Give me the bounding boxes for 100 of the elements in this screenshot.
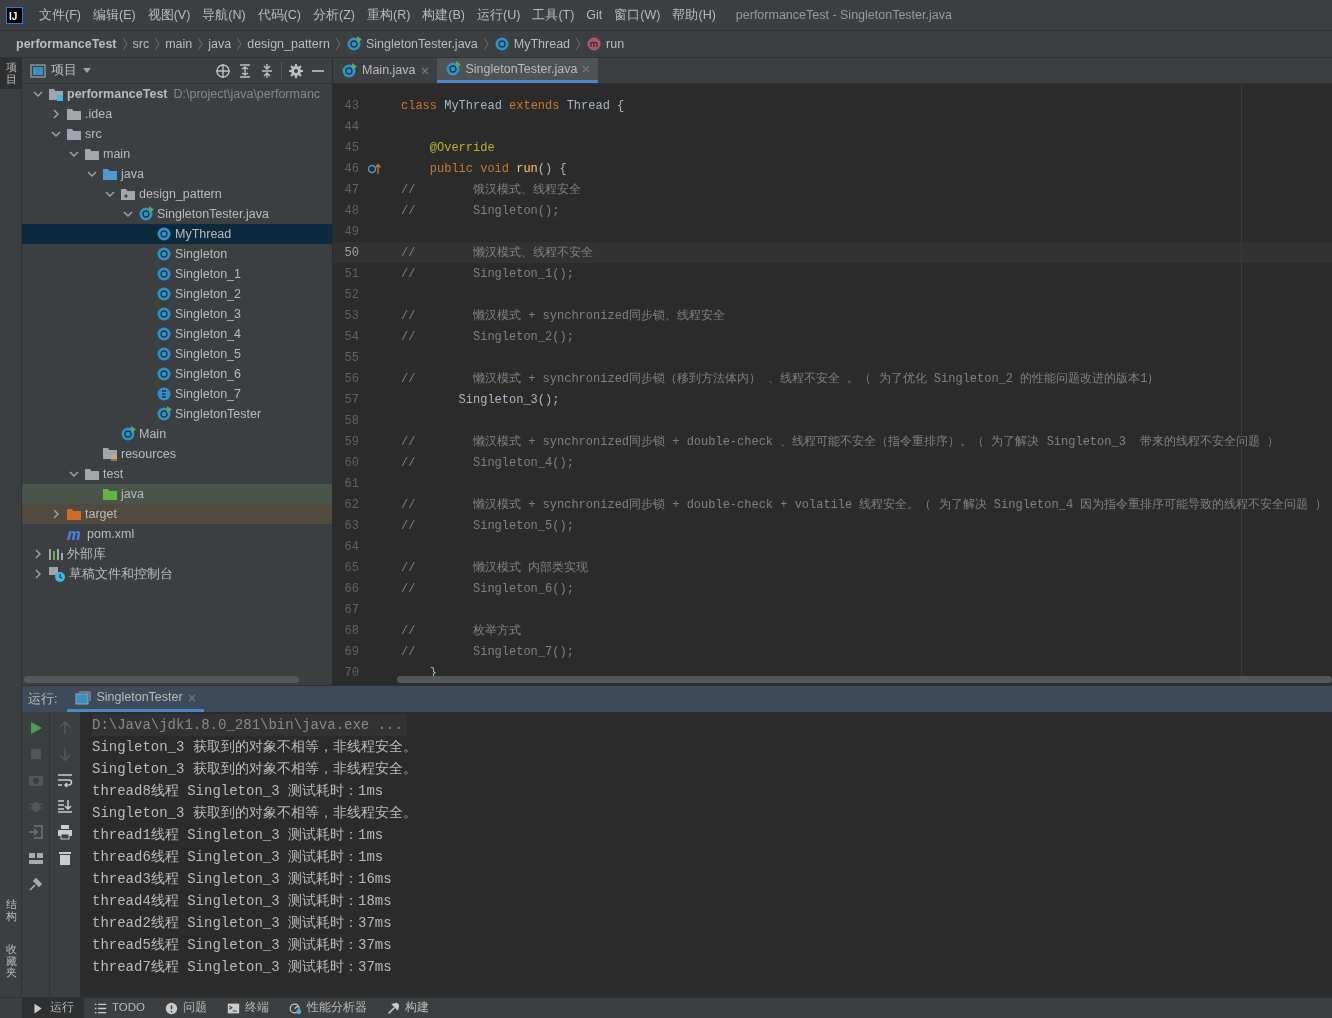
tree-item[interactable]: Singleton_2 (22, 284, 332, 304)
class-icon (156, 366, 172, 382)
code-line: public void run() { (428, 160, 567, 178)
tool-window-tab[interactable]: 运行 (22, 997, 84, 1018)
breadcrumb-item[interactable]: main (165, 34, 193, 54)
tree-item[interactable]: Singleton_7 (22, 384, 332, 404)
side-tab[interactable]: 结构 (0, 895, 22, 927)
tree-item[interactable]: Singleton_3 (22, 304, 332, 324)
tree-item[interactable]: performanceTest D:\project\java\performanc (22, 84, 332, 104)
tool-window-tab[interactable]: 问题 (155, 997, 217, 1018)
layout-icon[interactable] (27, 850, 44, 866)
line-number: 45 (343, 139, 359, 157)
breadcrumb-item[interactable]: SingletonTester.java (345, 34, 478, 54)
tool-window-tab[interactable]: 终端 (217, 997, 279, 1018)
tool-window-tab[interactable]: TODO (84, 997, 155, 1018)
tree-item[interactable]: resources (22, 444, 332, 464)
menu-item[interactable]: 代码(C) (251, 5, 308, 25)
menu-item[interactable]: 视图(V) (141, 5, 197, 25)
tree-item[interactable]: Main (22, 424, 332, 444)
code-line: // Singleton(); (401, 202, 560, 220)
code-line: Singleton_3(); (457, 391, 560, 409)
tool-window-tab[interactable]: 构建 (377, 997, 439, 1018)
breadcrumb-item[interactable]: java (208, 34, 232, 54)
menu-item[interactable]: 构建(B) (416, 5, 472, 25)
tree-item[interactable]: Singleton_6 (22, 364, 332, 384)
close-icon[interactable] (420, 66, 429, 75)
side-tab[interactable]: 收藏夹 (0, 940, 22, 983)
tree-item[interactable]: main (22, 144, 332, 164)
scratches-icon (48, 566, 66, 582)
menu-item[interactable]: 帮助(H) (666, 5, 722, 25)
settings-icon[interactable] (288, 62, 304, 79)
scrollbar[interactable] (24, 676, 299, 683)
tool-window-tab[interactable]: 性能分析器 (279, 997, 377, 1018)
tree-item[interactable]: src (22, 124, 332, 144)
exit-icon[interactable] (27, 824, 44, 840)
console-output-line: thread1线程 Singleton_3 测试耗时：1ms (92, 826, 385, 845)
line-number: 69 (343, 643, 359, 661)
code-line: // 饿汉模式、线程安全 (401, 181, 581, 199)
tree-item[interactable]: test (22, 464, 332, 484)
menu-item[interactable]: 编辑(E) (86, 5, 142, 25)
editor-tab[interactable]: Main.java (333, 58, 437, 83)
expand-all-icon[interactable] (237, 62, 253, 79)
tree-item[interactable]: MyThread (22, 224, 332, 244)
console-output-line: thread4线程 Singleton_3 测试耗时：18ms (92, 892, 393, 911)
side-tab[interactable]: 项目 (0, 58, 22, 90)
menu-item[interactable]: 文件(F) (33, 5, 87, 25)
menu-item[interactable]: 运行(U) (471, 5, 527, 25)
breadcrumb-item[interactable]: MyThread (493, 34, 571, 54)
breadcrumb-item[interactable]: performanceTest (16, 34, 117, 54)
tree-item[interactable]: design_pattern (22, 184, 332, 204)
line-number: 52 (343, 286, 359, 304)
locate-icon[interactable] (215, 62, 231, 79)
tree-item[interactable]: pom.xml (22, 524, 332, 544)
list-icon (94, 1001, 107, 1015)
caret-icon (82, 66, 92, 75)
tree-item[interactable]: 草稿文件和控制台 (22, 564, 332, 584)
menu-item[interactable]: 导航(N) (196, 5, 252, 25)
print-icon[interactable] (57, 824, 73, 840)
line-number: 50 (343, 244, 359, 262)
runnable-class-icon (345, 36, 362, 52)
tree-item[interactable]: .idea (22, 104, 332, 124)
folder-icon (66, 127, 82, 141)
tree-item[interactable]: java (22, 164, 332, 184)
editor-tab[interactable]: SingletonTester.java (436, 58, 599, 83)
view-dropdown[interactable]: 项目 (30, 61, 92, 80)
code-line: // Singleton_6(); (401, 580, 574, 598)
line-number: 48 (343, 202, 359, 220)
tree-item[interactable]: java (22, 484, 332, 504)
tree-item[interactable]: SingletonTester (22, 404, 332, 424)
soft-wrap-icon[interactable] (57, 772, 73, 788)
tree-item[interactable]: 外部库 (22, 544, 332, 564)
tree-item[interactable]: target (22, 504, 332, 524)
menu-item[interactable]: 重构(R) (361, 5, 417, 25)
tree-item[interactable]: Singleton_4 (22, 324, 332, 344)
class-icon (156, 286, 172, 302)
collapse-all-icon[interactable] (259, 62, 275, 79)
line-number: 51 (343, 265, 359, 283)
menu-item[interactable]: 工具(T) (526, 5, 581, 25)
line-number: 68 (343, 622, 359, 640)
menu-item[interactable]: 窗口(W) (608, 5, 667, 25)
chevron-icon (574, 36, 583, 52)
menu-item[interactable]: 分析(Z) (307, 5, 361, 25)
menu-item[interactable]: Git (580, 5, 609, 25)
tree-item[interactable]: Singleton_1 (22, 264, 332, 284)
pin-icon[interactable] (27, 876, 44, 892)
scrollbar[interactable] (397, 676, 1332, 683)
breadcrumb-item[interactable]: run (586, 34, 625, 54)
class-icon (493, 36, 510, 52)
console-output-line: thread6线程 Singleton_3 测试耗时：1ms (92, 848, 385, 867)
line-number: 55 (343, 349, 359, 367)
trash-icon[interactable] (57, 850, 73, 866)
tree-item[interactable]: Singleton_5 (22, 344, 332, 364)
tree-item[interactable]: SingletonTester.java (22, 204, 332, 224)
tree-item[interactable]: Singleton (22, 244, 332, 264)
console-output-line: Singleton_3 获取到的对象不相等，非线程安全。 (92, 804, 418, 823)
line-number: 61 (343, 475, 359, 493)
scroll-to-end-icon[interactable] (57, 798, 73, 814)
breadcrumb-item[interactable]: src (132, 34, 150, 54)
breadcrumb-item[interactable]: design_pattern (247, 34, 330, 54)
run-icon (32, 1001, 45, 1015)
